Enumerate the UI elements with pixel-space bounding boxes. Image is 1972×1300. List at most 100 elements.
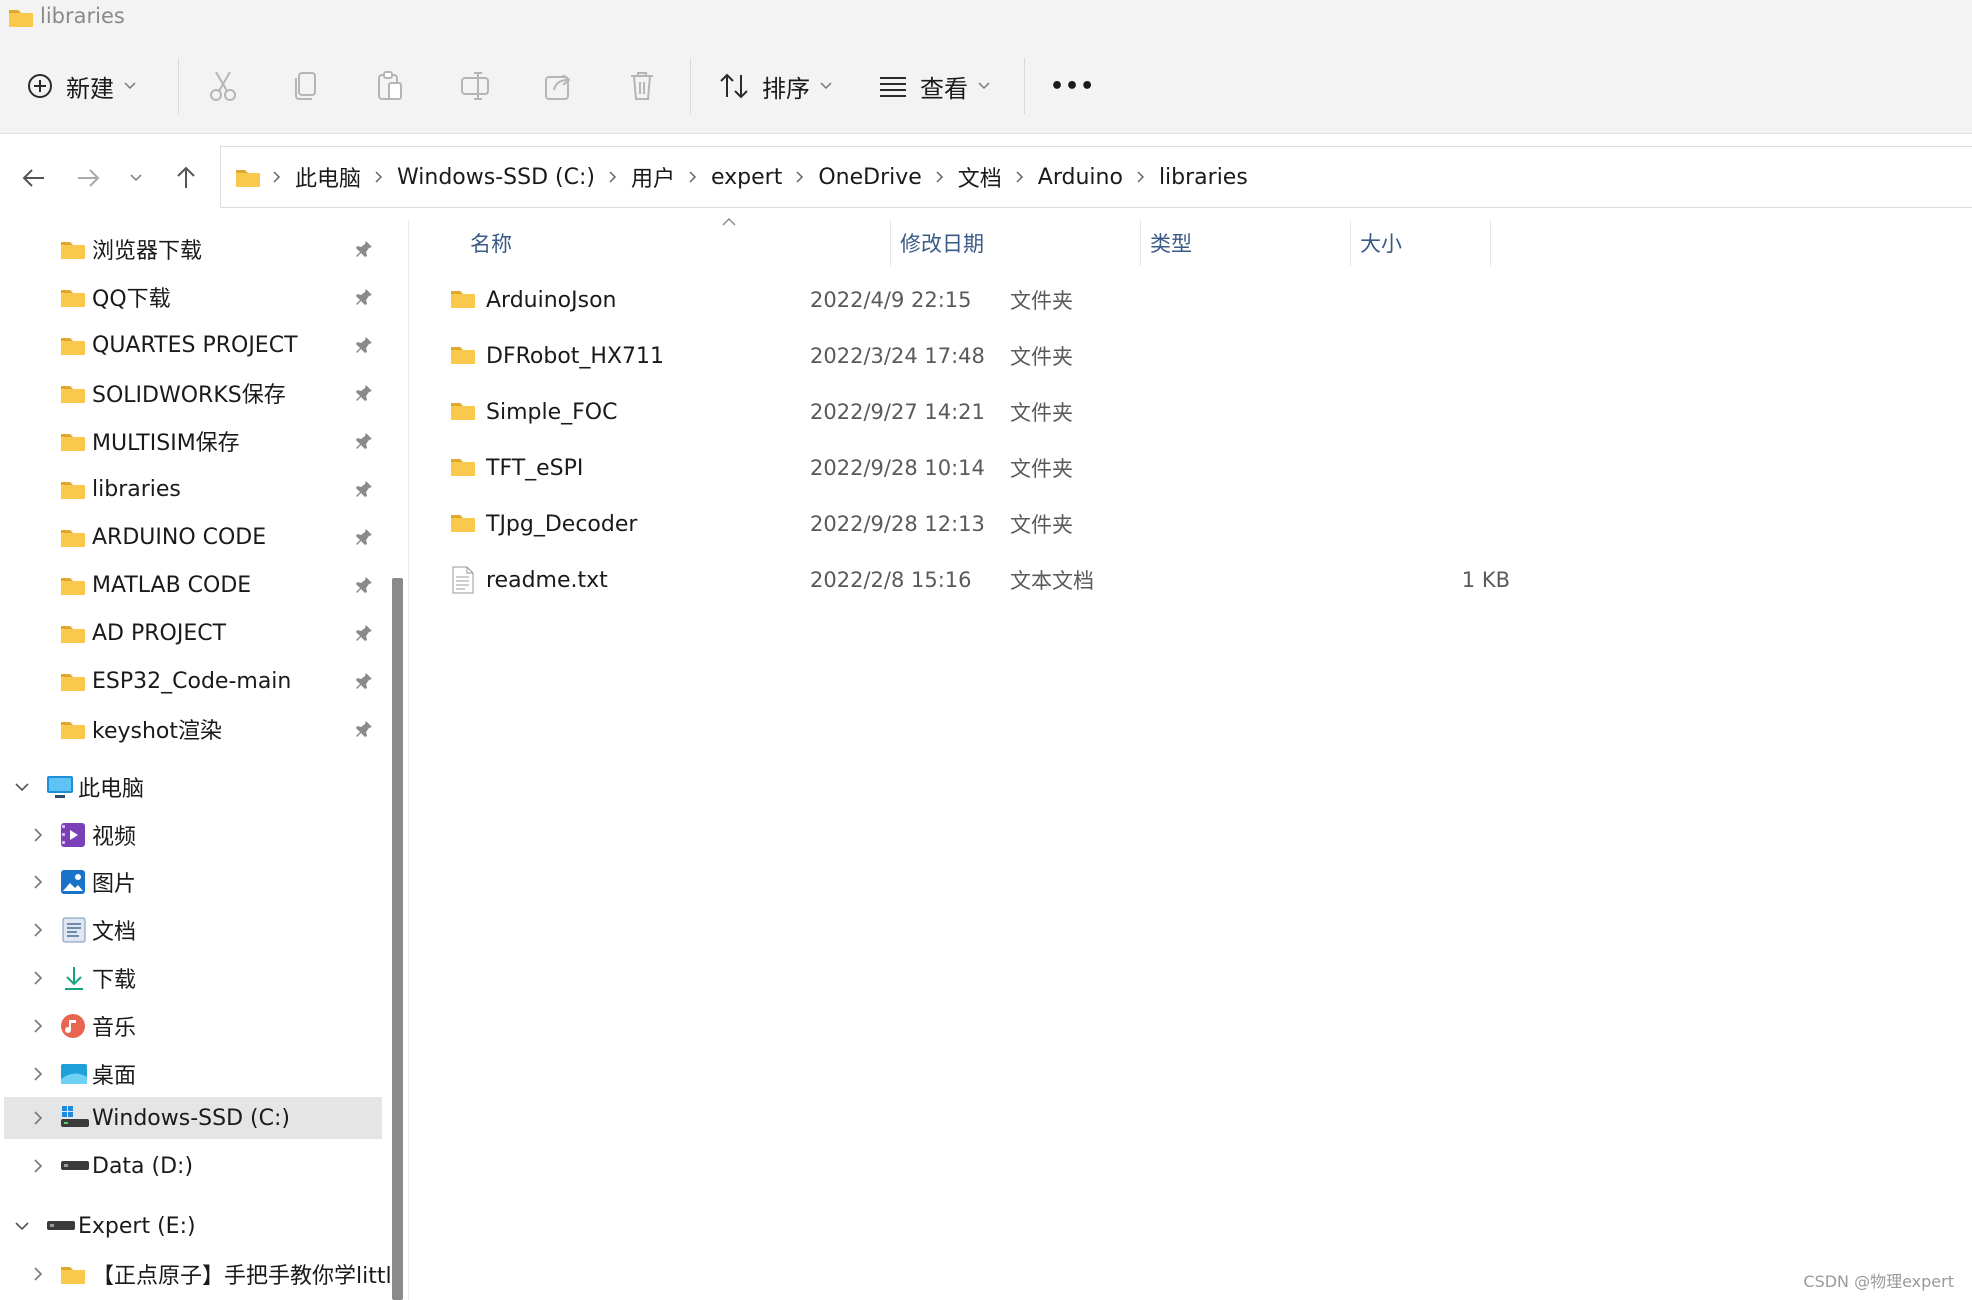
- chevron-right-icon[interactable]: [28, 825, 48, 845]
- rename-button[interactable]: [460, 38, 492, 134]
- chevron-down-icon[interactable]: [12, 777, 32, 797]
- chevron-right-icon[interactable]: [28, 1016, 48, 1036]
- column-header-date[interactable]: 修改日期: [900, 220, 1140, 266]
- sidebar-item-esp32-code[interactable]: ESP32_Code-main: [4, 660, 382, 702]
- chevron-right-icon[interactable]: [28, 1156, 48, 1176]
- breadcrumb-this-pc[interactable]: 此电脑: [295, 161, 361, 193]
- chevron-right-icon[interactable]: [28, 1108, 48, 1128]
- column-separator[interactable]: [1140, 220, 1141, 266]
- chevron-down-icon: [820, 82, 832, 90]
- file-row[interactable]: TFT_eSPI 2022/9/28 10:14 文件夹: [440, 442, 1510, 494]
- sidebar-item-label: 此电脑: [78, 777, 145, 802]
- file-row[interactable]: readme.txt 2022/2/8 15:16 文本文档 1 KB: [440, 554, 1510, 606]
- sidebar-scrollbar-thumb[interactable]: [392, 578, 403, 1300]
- file-type: 文件夹: [1010, 345, 1073, 369]
- breadcrumb-expert[interactable]: expert: [711, 165, 782, 190]
- chevron-right-icon[interactable]: [28, 968, 48, 988]
- up-button[interactable]: [166, 158, 206, 198]
- sidebar-item-label: 图片: [92, 872, 137, 897]
- sidebar-item-keyshot[interactable]: keyshot渲染: [4, 708, 382, 750]
- chevron-right-icon[interactable]: [28, 920, 48, 940]
- column-header-name[interactable]: 名称: [470, 218, 880, 266]
- breadcrumb-drive[interactable]: Windows-SSD (C:): [397, 165, 595, 190]
- new-button[interactable]: 新建: [26, 38, 136, 134]
- sort-button[interactable]: 排序: [718, 38, 832, 134]
- chevron-down-icon: [130, 174, 142, 182]
- sidebar-item-libraries[interactable]: libraries: [4, 468, 382, 510]
- sort-icon: [720, 73, 748, 99]
- chevron-down-icon[interactable]: [12, 1216, 32, 1236]
- folder-icon: [61, 578, 85, 595]
- sidebar-item-quartes-project[interactable]: QUARTES PROJECT: [4, 324, 382, 366]
- view-button[interactable]: 查看: [878, 38, 990, 134]
- sidebar-item-expert-drive[interactable]: Expert (E:): [4, 1205, 382, 1247]
- trash-icon: [631, 72, 653, 100]
- sidebar-item-this-pc[interactable]: 此电脑: [4, 766, 382, 808]
- sidebar-item-expert-child-folder[interactable]: 【正点原子】手把手教你学littl: [4, 1253, 390, 1295]
- pin-icon: [356, 577, 372, 593]
- forward-button[interactable]: [68, 158, 108, 198]
- arrow-up-icon: [177, 166, 195, 188]
- sidebar-item-pictures[interactable]: 图片: [4, 861, 382, 903]
- file-row[interactable]: DFRobot_HX711 2022/3/24 17:48 文件夹: [440, 330, 1510, 382]
- back-button[interactable]: [14, 158, 54, 198]
- sidebar-item-data-drive[interactable]: Data (D:): [4, 1145, 382, 1187]
- pin-icon: [356, 721, 372, 737]
- sidebar-item-arduino-code[interactable]: ARDUINO CODE: [4, 516, 382, 558]
- pin-icon: [356, 529, 372, 545]
- sidebar-item-ad-project[interactable]: AD PROJECT: [4, 612, 382, 654]
- copy-button[interactable]: [292, 38, 320, 134]
- recent-locations-button[interactable]: [116, 158, 156, 198]
- chevron-right-icon[interactable]: [28, 1064, 48, 1084]
- file-name: TFT_eSPI: [486, 455, 584, 481]
- column-header-label: 大小: [1360, 232, 1402, 256]
- sidebar-item-music[interactable]: 音乐: [4, 1005, 382, 1047]
- file-row[interactable]: Simple_FOC 2022/9/27 14:21 文件夹: [440, 386, 1510, 438]
- breadcrumb-users[interactable]: 用户: [631, 161, 675, 193]
- sidebar-item-documents[interactable]: 文档: [4, 909, 382, 951]
- column-header-label: 修改日期: [900, 232, 984, 256]
- folder-icon: [61, 290, 85, 307]
- sidebar-item-matlab-code[interactable]: MATLAB CODE: [4, 564, 382, 606]
- navigation-pane: 浏览器下载 QQ下载 QUARTES PROJECT SOLIDWORKS保存 …: [0, 220, 390, 1300]
- pane-divider[interactable]: [408, 220, 409, 1300]
- sidebar-item-label: Data (D:): [92, 1153, 194, 1179]
- breadcrumb-onedrive[interactable]: OneDrive: [818, 165, 921, 190]
- share-button[interactable]: [544, 38, 574, 134]
- sidebar-item-solidworks[interactable]: SOLIDWORKS保存: [4, 372, 382, 414]
- breadcrumb-libraries[interactable]: libraries: [1159, 165, 1248, 190]
- delete-button[interactable]: [628, 38, 656, 134]
- sidebar-item-windows-ssd[interactable]: Windows-SSD (C:): [4, 1097, 382, 1139]
- sidebar-item-label: QUARTES PROJECT: [92, 332, 298, 358]
- chevron-right-icon: [609, 171, 617, 183]
- sidebar-item-qq-downloads[interactable]: QQ下载: [4, 276, 382, 318]
- column-separator[interactable]: [890, 220, 891, 266]
- sidebar-item-multisim[interactable]: MULTISIM保存: [4, 420, 382, 462]
- column-header-size[interactable]: 大小: [1360, 220, 1500, 266]
- sidebar-item-downloads[interactable]: 下载: [4, 957, 382, 999]
- file-row[interactable]: TJpg_Decoder 2022/9/28 12:13 文件夹: [440, 498, 1510, 550]
- sidebar-item-videos[interactable]: 视频: [4, 814, 382, 856]
- chevron-right-icon[interactable]: [28, 872, 48, 892]
- file-name: TJpg_Decoder: [486, 511, 638, 537]
- sidebar-item-browser-downloads[interactable]: 浏览器下载: [4, 228, 382, 270]
- column-separator[interactable]: [1490, 220, 1491, 266]
- sidebar-item-desktop[interactable]: 桌面: [4, 1053, 382, 1095]
- pin-icon: [356, 673, 372, 689]
- folder-icon: [61, 386, 85, 403]
- folder-icon: [451, 459, 475, 476]
- column-header-type[interactable]: 类型: [1150, 220, 1360, 266]
- more-options-button[interactable]: •••: [1050, 38, 1095, 134]
- address-bar[interactable]: 此电脑 Windows-SSD (C:) 用户 expert OneDrive …: [220, 146, 1972, 208]
- column-separator[interactable]: [1350, 220, 1351, 266]
- cut-button[interactable]: [208, 38, 238, 134]
- chevron-right-icon: [273, 171, 281, 183]
- file-row[interactable]: ArduinoJson 2022/4/9 22:15 文件夹: [440, 274, 1510, 326]
- chevron-right-icon[interactable]: [28, 1264, 48, 1284]
- pin-icon: [356, 433, 372, 449]
- paste-button[interactable]: [376, 38, 404, 134]
- arrow-left-icon: [22, 169, 44, 187]
- breadcrumb-arduino[interactable]: Arduino: [1038, 165, 1123, 190]
- breadcrumb-documents[interactable]: 文档: [958, 161, 1002, 193]
- chevron-right-icon: [375, 171, 383, 183]
